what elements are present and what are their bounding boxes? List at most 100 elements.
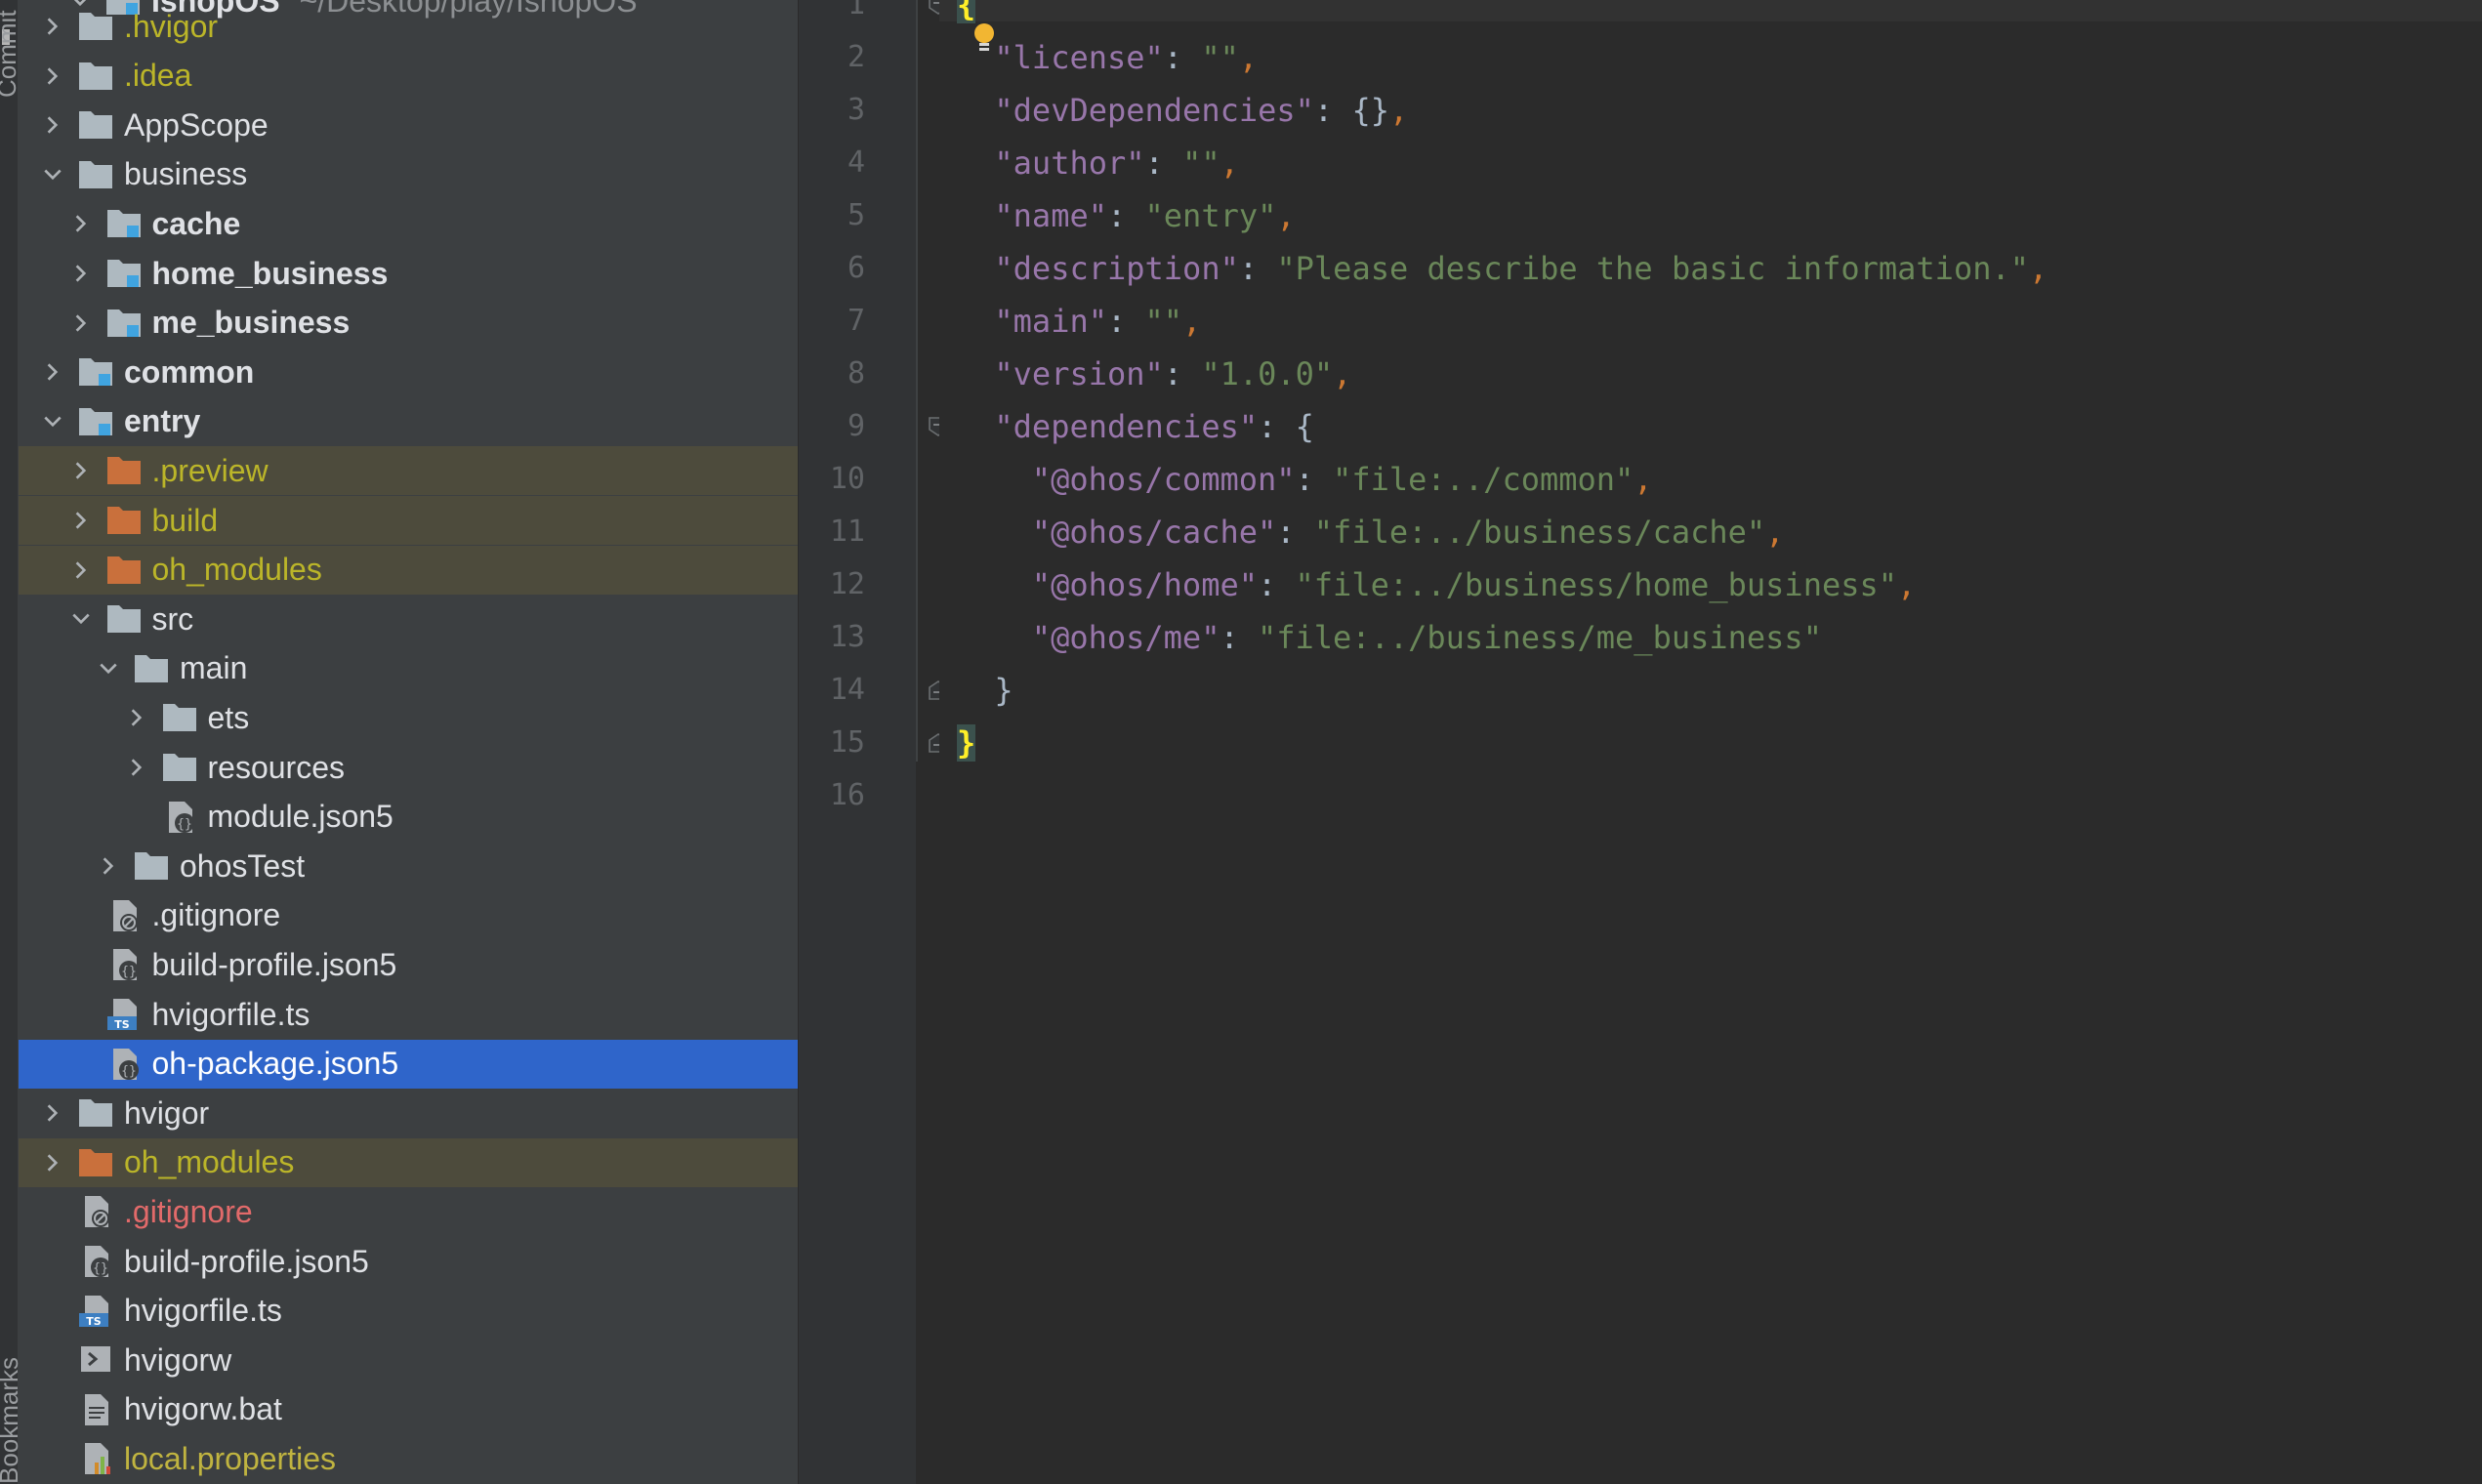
folder-icon	[77, 9, 114, 44]
tree-item-label: entry	[124, 403, 201, 439]
tree-item[interactable]: {} build-profile.json5	[19, 1237, 798, 1286]
tree-item[interactable]: entry	[19, 397, 798, 446]
chevron-right-icon[interactable]	[122, 743, 151, 792]
tree-item[interactable]: build	[19, 496, 798, 545]
tree-item[interactable]: hvigorw.bat	[19, 1385, 798, 1434]
tree-item-label: .gitignore	[124, 1193, 253, 1229]
tree-item[interactable]: TS hvigorfile.ts	[19, 1287, 798, 1336]
chevron-right-icon[interactable]	[38, 2, 67, 51]
chevron-down-icon[interactable]	[38, 397, 67, 446]
line-number: 3	[847, 93, 865, 127]
tree-item[interactable]: oh_modules	[19, 545, 798, 595]
tree-item-label: oh_modules	[151, 552, 322, 588]
tree-item[interactable]: {} build-profile.json5	[19, 940, 798, 989]
tree-item[interactable]: oh_modules	[19, 1137, 798, 1187]
code-token: ,	[1182, 303, 1202, 340]
tree-item[interactable]: cache	[19, 199, 798, 248]
code-token: ""	[1201, 39, 1239, 76]
line-number: 2	[847, 40, 865, 74]
json-file-icon: {}	[77, 1244, 114, 1279]
chevron-down-icon[interactable]	[66, 595, 96, 643]
tree-item[interactable]: resources	[19, 743, 798, 792]
tree-item-label: .preview	[151, 452, 269, 488]
svg-text:TS: TS	[114, 1018, 130, 1031]
tree-item[interactable]: {} module.json5	[19, 793, 798, 842]
code-token: ,	[1765, 514, 1785, 551]
text-file-icon	[77, 1392, 114, 1427]
code-line: "@ohos/cache": "file:../business/cache",	[1032, 506, 1785, 558]
chevron-right-icon[interactable]	[38, 1138, 67, 1187]
code-token: :	[1144, 144, 1183, 182]
tree-item[interactable]: local.properties	[19, 1434, 798, 1483]
chevron-right-icon[interactable]	[122, 693, 151, 742]
tree-item[interactable]: main	[19, 644, 798, 693]
code-line: "main": "",	[994, 295, 1201, 348]
code-token: ,	[1276, 197, 1296, 234]
chevron-right-icon[interactable]	[66, 249, 96, 298]
code-token: "@ohos/cache"	[1031, 514, 1277, 551]
chevron-down-icon[interactable]	[94, 644, 123, 693]
code-token: ,	[2029, 250, 2048, 287]
chevron-right-icon[interactable]	[38, 1089, 67, 1137]
tree-item[interactable]: hvigor	[19, 1089, 798, 1137]
svg-text:{}: {}	[93, 1261, 108, 1276]
tree-item-label: .hvigor	[124, 8, 219, 44]
line-number: 4	[847, 145, 865, 180]
chevron-right-icon[interactable]	[38, 101, 67, 149]
tree-item-label: hvigorw	[124, 1341, 232, 1378]
code-token: :	[1238, 250, 1277, 287]
typescript-file-icon: TS	[105, 997, 143, 1032]
intention-bulb-icon[interactable]	[971, 21, 998, 55]
code-line: "@ohos/me": "file:../business/me_busines…	[1032, 611, 1822, 664]
code-token: ,	[1634, 461, 1653, 498]
tree-item[interactable]: me_business	[19, 299, 798, 348]
tree-item[interactable]: business	[19, 150, 798, 199]
folder-icon	[161, 700, 198, 735]
tree-item[interactable]: .gitignore	[19, 891, 798, 940]
excluded-folder-icon	[105, 453, 143, 488]
code-token: ,	[1388, 92, 1409, 129]
chevron-right-icon[interactable]	[66, 299, 96, 348]
tree-item[interactable]: ets	[19, 693, 798, 742]
left-tool-strip: Commit Bookmarks	[0, 0, 23, 1484]
chevron-right-icon[interactable]	[66, 446, 96, 495]
tree-item[interactable]: src	[19, 595, 798, 643]
tree-item[interactable]: TS hvigorfile.ts	[19, 990, 798, 1039]
tree-item[interactable]: {} oh-package.json5	[19, 1039, 798, 1089]
current-line-highlight	[939, 0, 2482, 21]
code-token: "@ohos/me"	[1031, 619, 1220, 656]
folder-icon	[77, 157, 114, 192]
tree-item[interactable]: home_business	[19, 249, 798, 298]
properties-file-icon	[77, 1441, 114, 1476]
tree-item-label: local.properties	[124, 1440, 336, 1476]
chevron-right-icon[interactable]	[38, 348, 67, 396]
tree-item[interactable]: .idea	[19, 52, 798, 101]
tree-item[interactable]: .hvigor	[19, 2, 798, 51]
code-token: ,	[1897, 566, 1917, 603]
code-token: "file:../common"	[1333, 461, 1634, 498]
code-token: : {}	[1313, 92, 1389, 129]
tree-item[interactable]: .preview	[19, 446, 798, 496]
chevron-right-icon[interactable]	[94, 842, 123, 890]
tree-item[interactable]: ohosTest	[19, 842, 798, 890]
gitignore-file-icon	[105, 898, 143, 933]
code-token: "@ohos/home"	[1031, 566, 1258, 603]
code-token: "version"	[994, 355, 1164, 392]
tree-item[interactable]: common	[19, 348, 798, 396]
chevron-right-icon[interactable]	[66, 199, 96, 248]
code-token: "@ohos/common"	[1031, 461, 1296, 498]
tree-item[interactable]: .gitignore	[19, 1187, 798, 1236]
chevron-right-icon[interactable]	[66, 546, 96, 595]
chevron-down-icon[interactable]	[38, 150, 67, 199]
tree-item[interactable]: hvigorw	[19, 1336, 798, 1384]
line-number: 10	[829, 462, 865, 496]
code-editor[interactable]: {"license": "", "devDependencies": {}, "au…	[939, 0, 2482, 1484]
chevron-right-icon[interactable]	[66, 496, 96, 545]
tree-item[interactable]: AppScope	[19, 101, 798, 149]
chevron-right-icon[interactable]	[38, 52, 67, 101]
